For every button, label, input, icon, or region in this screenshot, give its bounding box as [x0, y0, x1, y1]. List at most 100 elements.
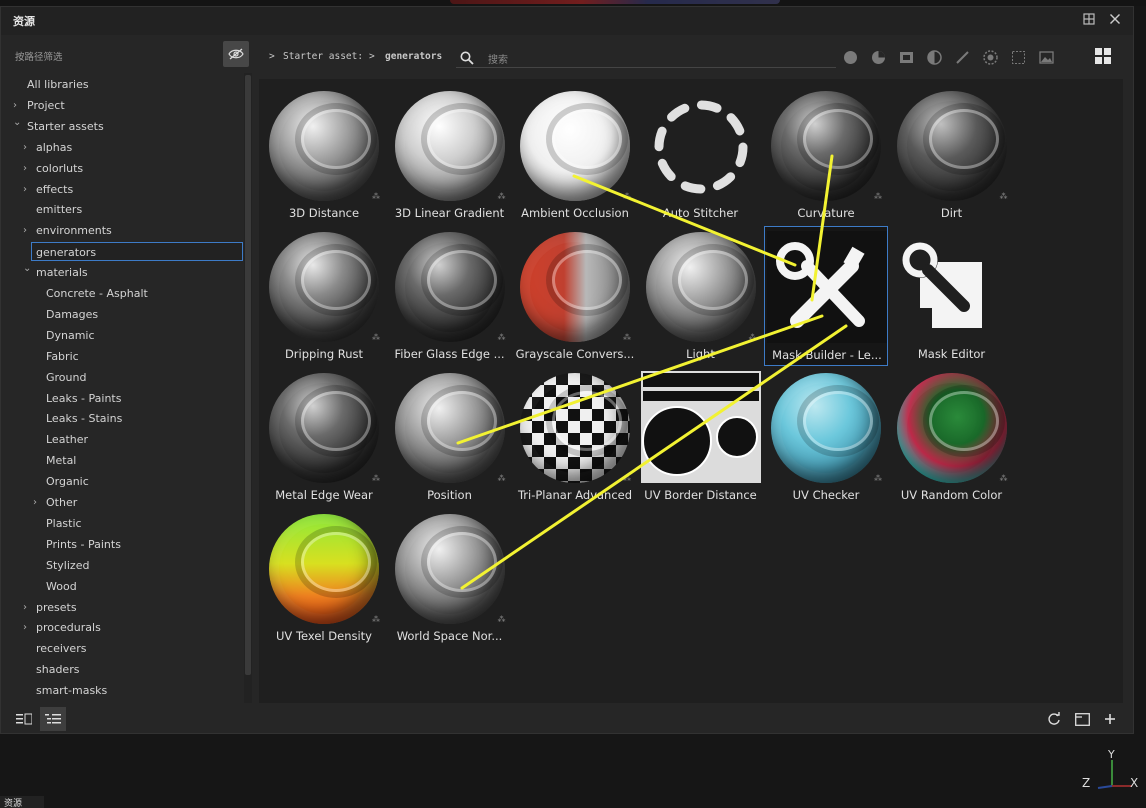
environment-filter-icon[interactable] [1037, 49, 1056, 66]
asset-thumbnail [771, 91, 881, 201]
sphere-ring [928, 109, 999, 169]
chevron-right-icon[interactable]: › [23, 618, 27, 637]
tree-item[interactable]: Organic [1, 472, 241, 491]
tree-item-label: Project [27, 98, 65, 112]
docked-assets-tab[interactable]: 资源 [0, 796, 44, 808]
tree-item[interactable]: Prints - Paints [1, 535, 241, 554]
asset-badge-icon: ⁂ [748, 333, 757, 342]
asset-tile[interactable]: ⁂ Dripping Rust [262, 226, 386, 366]
assets-panel: 资源 按路径筛选 All libraries › Project ⌄ Starter a… [0, 6, 1134, 734]
tree-item[interactable]: generators [31, 242, 243, 262]
tree-item[interactable]: Leaks - Paints [1, 389, 241, 408]
tree-item[interactable]: Damages [1, 305, 241, 324]
tree-item-label: effects [36, 182, 74, 196]
tree-item[interactable]: Concrete - Asphalt [1, 284, 241, 303]
asset-tile[interactable]: ⁂ 3D Distance [262, 85, 386, 225]
tree-item[interactable]: Ground [1, 368, 241, 387]
chevron-right-icon[interactable]: › [23, 180, 27, 199]
asset-badge-icon: ⁂ [874, 192, 882, 201]
asset-tile[interactable]: ⁂ UV Random Color [890, 367, 1014, 507]
tree-item[interactable]: Plastic [1, 514, 241, 533]
asset-badge-icon: ⁂ [372, 615, 380, 624]
asset-tile[interactable]: ⁂ Tri-Planar Advanced [513, 367, 637, 507]
tree-item[interactable]: smart-masks [1, 681, 241, 700]
asset-tile[interactable]: Auto Stitcher [639, 85, 763, 225]
breadcrumb-arrow-icon[interactable]: > [269, 51, 275, 62]
tree-item[interactable]: Leaks - Stains [1, 409, 241, 428]
chevron-down-icon[interactable]: ⌄ [23, 259, 31, 278]
asset-tile[interactable]: ⁂ UV Texel Density [262, 508, 386, 648]
float-panel-icon[interactable] [1083, 13, 1095, 29]
tree-item[interactable]: All libraries [1, 75, 241, 94]
chevron-right-icon[interactable]: › [23, 159, 27, 178]
add-button[interactable] [1097, 707, 1123, 731]
asset-tile[interactable]: ⁂ Dirt [890, 85, 1014, 225]
path-filter-input[interactable]: 按路径筛选 [15, 49, 63, 63]
tree-item[interactable]: shaders [1, 660, 241, 679]
tree-item[interactable]: › alphas [1, 138, 241, 157]
asset-tile[interactable]: ⁂ Position [388, 367, 512, 507]
asset-tile[interactable]: Mask Editor [890, 226, 1014, 366]
asset-label: 3D Linear Gradient [394, 206, 505, 220]
axis-x-label: X [1130, 776, 1139, 790]
tree-item[interactable]: › Project [1, 96, 241, 115]
close-icon[interactable] [1109, 13, 1121, 29]
new-folder-button[interactable] [1069, 707, 1095, 731]
tree-item[interactable]: Stylized [1, 556, 241, 575]
asset-tile[interactable]: UV Border Distance [639, 367, 763, 507]
panel-bottom-bar [1, 705, 1133, 733]
tree-item[interactable]: emitters [1, 200, 241, 219]
tree-item[interactable]: Fabric [1, 347, 241, 366]
tree-item[interactable]: ⌄ materials [1, 263, 241, 282]
material-filter-icon[interactable] [841, 49, 860, 66]
tree-item[interactable]: Metal [1, 451, 241, 470]
tree-item[interactable]: ⌄ Starter assets [1, 117, 241, 136]
asset-tile[interactable]: ⁂ Fiber Glass Edge ... [388, 226, 512, 366]
texture-filter-icon[interactable] [897, 49, 916, 66]
alpha-filter-icon[interactable] [1009, 49, 1028, 66]
chevron-right-icon[interactable]: › [23, 138, 27, 157]
breadcrumb-starter-assets[interactable]: Starter asset: [283, 51, 363, 62]
chevron-right-icon[interactable]: › [23, 598, 27, 617]
tree-item[interactable]: Leather [1, 430, 241, 449]
asset-tile[interactable]: ⁂ Light [639, 226, 763, 366]
tree-item[interactable]: › presets [1, 598, 241, 617]
asset-tile[interactable]: ⁂ Ambient Occlusion [513, 85, 637, 225]
asset-label: Mask Builder - Le... [772, 348, 882, 362]
tree-item[interactable]: › environments [1, 221, 241, 240]
tree-item-label: Wood [46, 579, 77, 593]
chevron-right-icon[interactable]: › [23, 221, 27, 240]
sphere-ring [426, 109, 497, 169]
asset-label: Curvature [797, 206, 855, 220]
asset-tile[interactable]: ⁂ Grayscale Convers... [513, 226, 637, 366]
asset-tile[interactable]: Mask Builder - Le... [764, 226, 888, 366]
chevron-right-icon[interactable]: › [33, 493, 37, 512]
tree-item[interactable]: › procedurals [1, 618, 241, 637]
refresh-button[interactable] [1041, 707, 1067, 731]
tree-item[interactable]: receivers [1, 639, 241, 658]
asset-tile[interactable]: ⁂ UV Checker [764, 367, 888, 507]
brush-filter-icon[interactable] [953, 49, 972, 66]
tree-item[interactable]: Wood [1, 577, 241, 596]
smart-material-filter-icon[interactable] [869, 49, 888, 66]
procedural-filter-icon[interactable] [981, 49, 1000, 66]
asset-label: Auto Stitcher [662, 206, 739, 220]
breadcrumb-generators[interactable]: generators [385, 51, 442, 62]
tree-view-toggle[interactable] [40, 707, 66, 731]
grid-view-icon[interactable] [1095, 48, 1115, 66]
hide-filter-button[interactable] [223, 41, 249, 67]
asset-thumbnail [394, 232, 505, 342]
mask-filter-icon[interactable] [925, 49, 944, 66]
tree-item[interactable]: › effects [1, 180, 241, 199]
asset-tile[interactable]: ⁂ World Space Nor... [388, 508, 512, 648]
tree-item[interactable]: › colorluts [1, 159, 241, 178]
list-view-toggle[interactable] [11, 707, 37, 731]
tree-item[interactable]: Dynamic [1, 326, 241, 345]
asset-tile[interactable]: ⁂ Metal Edge Wear [262, 367, 386, 507]
sidebar-scrollbar[interactable] [245, 75, 251, 675]
search-input[interactable]: 搜索 [488, 51, 508, 66]
chevron-down-icon[interactable]: ⌄ [13, 113, 21, 132]
asset-tile[interactable]: ⁂ 3D Linear Gradient [388, 85, 512, 225]
asset-tile[interactable]: ⁂ Curvature [764, 85, 888, 225]
tree-item[interactable]: › Other [1, 493, 241, 512]
